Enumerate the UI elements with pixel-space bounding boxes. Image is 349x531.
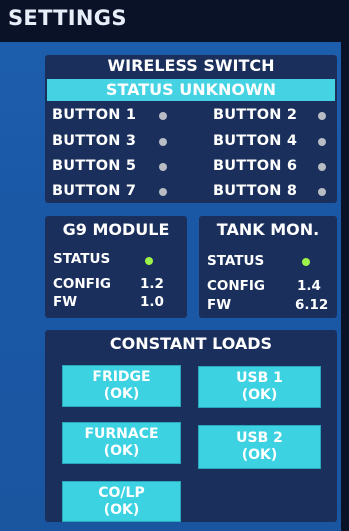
g9-fw-label: FW xyxy=(53,294,78,310)
switch-button-5-status-icon xyxy=(159,163,167,171)
switch-button-label: BUTTON 2 xyxy=(213,107,298,123)
load-name: FURNACE xyxy=(84,426,159,442)
load-state: (OK) xyxy=(103,443,140,459)
load-state: (OK) xyxy=(103,501,140,518)
tank-status-icon xyxy=(302,258,310,266)
switch-button-label: BUTTON 8 xyxy=(213,183,298,199)
switch-button-label: BUTTON 7 xyxy=(52,183,137,199)
tank-status-label: STATUS xyxy=(207,253,265,269)
g9-config-value: 1.2 xyxy=(140,276,164,292)
switch-button-label: BUTTON 5 xyxy=(52,158,137,174)
g9-config-label: CONFIG xyxy=(53,276,112,292)
load-name: USB 1 xyxy=(236,370,283,386)
load-button-usb-1[interactable]: USB 1 (OK) xyxy=(198,366,321,408)
switch-button-label: BUTTON 4 xyxy=(213,133,298,149)
wireless-switch-title: WIRELESS SWITCH xyxy=(107,56,275,75)
tank-fw-label: FW xyxy=(207,297,232,313)
switch-button-8-status-icon xyxy=(318,188,326,196)
tank-mon-title: TANK MON. xyxy=(216,220,320,239)
load-name: CO/LP xyxy=(98,484,145,501)
switch-button-2-status-icon xyxy=(318,112,326,120)
wireless-status-banner: STATUS UNKNOWN xyxy=(47,79,335,101)
switch-button-2[interactable]: BUTTON 2 xyxy=(213,107,297,123)
switch-button-8[interactable]: BUTTON 8 xyxy=(213,183,297,199)
switch-button-5[interactable]: BUTTON 5 xyxy=(52,158,136,174)
switch-button-label: BUTTON 3 xyxy=(52,133,137,149)
constant-loads-title: CONSTANT LOADS xyxy=(109,334,273,353)
switch-button-4-status-icon xyxy=(318,138,326,146)
g9-fw-value: 1.0 xyxy=(140,294,164,310)
load-button-furnace[interactable]: FURNACE (OK) xyxy=(62,422,181,464)
switch-button-6[interactable]: BUTTON 6 xyxy=(213,158,297,174)
switch-button-4[interactable]: BUTTON 4 xyxy=(213,133,297,149)
switch-button-3[interactable]: BUTTON 3 xyxy=(52,133,136,149)
header-bar: SETTINGS xyxy=(0,0,349,42)
load-button-co-lp[interactable]: CO/LP (OK) xyxy=(62,481,181,522)
tank-config-value: 1.4 xyxy=(297,278,321,294)
load-state: (OK) xyxy=(241,387,278,403)
wireless-switch-panel: WIRELESS SWITCH xyxy=(45,55,337,203)
g9-status-label: STATUS xyxy=(53,251,111,267)
switch-button-3-status-icon xyxy=(159,138,167,146)
switch-button-1-status-icon xyxy=(159,112,167,120)
switch-button-6-status-icon xyxy=(318,163,326,171)
load-name: FRIDGE xyxy=(92,369,151,385)
tank-config-label: CONFIG xyxy=(207,278,266,294)
g9-status-icon xyxy=(145,257,153,265)
settings-screen: SETTINGS WIRELESS SWITCH STATUS UNKNOWN … xyxy=(0,0,349,531)
switch-button-7-status-icon xyxy=(159,188,167,196)
load-button-fridge[interactable]: FRIDGE (OK) xyxy=(62,365,181,407)
load-state: (OK) xyxy=(103,386,140,402)
tank-fw-value: 6.12 xyxy=(295,297,329,313)
g9-module-title: G9 MODULE xyxy=(62,220,170,239)
switch-button-7[interactable]: BUTTON 7 xyxy=(52,183,136,199)
switch-button-label: BUTTON 1 xyxy=(52,107,137,123)
load-button-usb-2[interactable]: USB 2 (OK) xyxy=(198,425,321,469)
load-state: (OK) xyxy=(241,447,278,463)
screen-edge xyxy=(341,0,349,531)
page-title: SETTINGS xyxy=(8,6,127,30)
switch-button-label: BUTTON 6 xyxy=(213,158,298,174)
load-name: USB 2 xyxy=(236,430,283,446)
switch-button-1[interactable]: BUTTON 1 xyxy=(52,107,136,123)
